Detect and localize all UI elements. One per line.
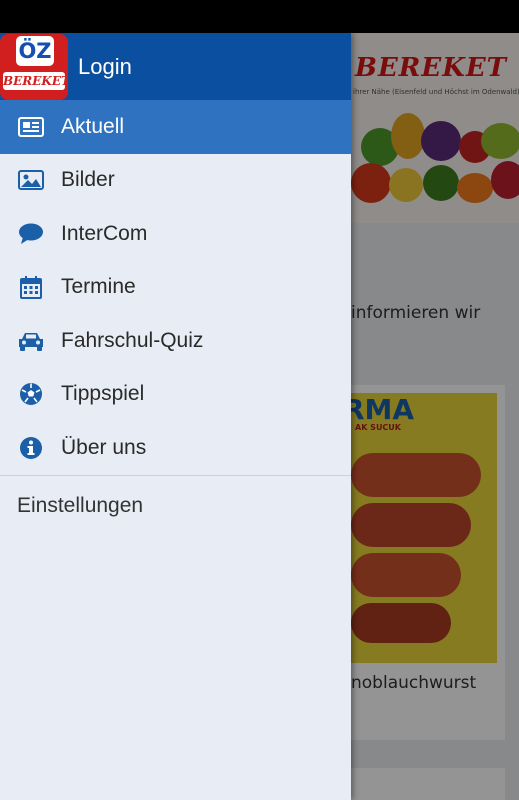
logo-oz-text: ÖZ [16, 36, 54, 66]
drawer-menu: Aktuell Bilder InterCom Termine Fahrschu… [0, 100, 351, 536]
menu-item-tippspiel[interactable]: Tippspiel [0, 368, 351, 422]
menu-item-label: InterCom [61, 221, 148, 245]
menu-item-aktuell[interactable]: Aktuell [0, 100, 351, 154]
navigation-drawer: ÖZ BEREKET Login Aktuell Bilder InterCom [0, 33, 351, 800]
menu-item-label: Über uns [61, 435, 147, 459]
calendar-icon [17, 273, 45, 301]
menu-item-label: Aktuell [61, 114, 125, 138]
car-icon [17, 327, 45, 355]
menu-item-termine[interactable]: Termine [0, 261, 351, 315]
app-logo: ÖZ BEREKET [0, 34, 68, 100]
menu-item-label: Tippspiel [61, 382, 145, 406]
menu-item-label: Fahrschul-Quiz [61, 328, 204, 352]
menu-item-label: Termine [61, 275, 136, 299]
logo-bereket-text: BEREKET [3, 72, 68, 90]
login-link[interactable]: Login [78, 54, 132, 80]
status-bar [0, 0, 519, 33]
menu-item-label: Bilder [61, 168, 115, 192]
drawer-header: ÖZ BEREKET Login [0, 33, 351, 100]
settings-link[interactable]: Einstellungen [0, 476, 351, 536]
menu-item-fahrschul-quiz[interactable]: Fahrschul-Quiz [0, 314, 351, 368]
menu-item-intercom[interactable]: InterCom [0, 207, 351, 261]
chat-bubble-icon [17, 220, 45, 248]
newspaper-icon [17, 113, 45, 141]
menu-item-ueber-uns[interactable]: Über uns [0, 421, 351, 475]
soccer-ball-icon [17, 380, 45, 408]
info-icon [17, 434, 45, 462]
image-icon [17, 166, 45, 194]
menu-item-bilder[interactable]: Bilder [0, 154, 351, 208]
